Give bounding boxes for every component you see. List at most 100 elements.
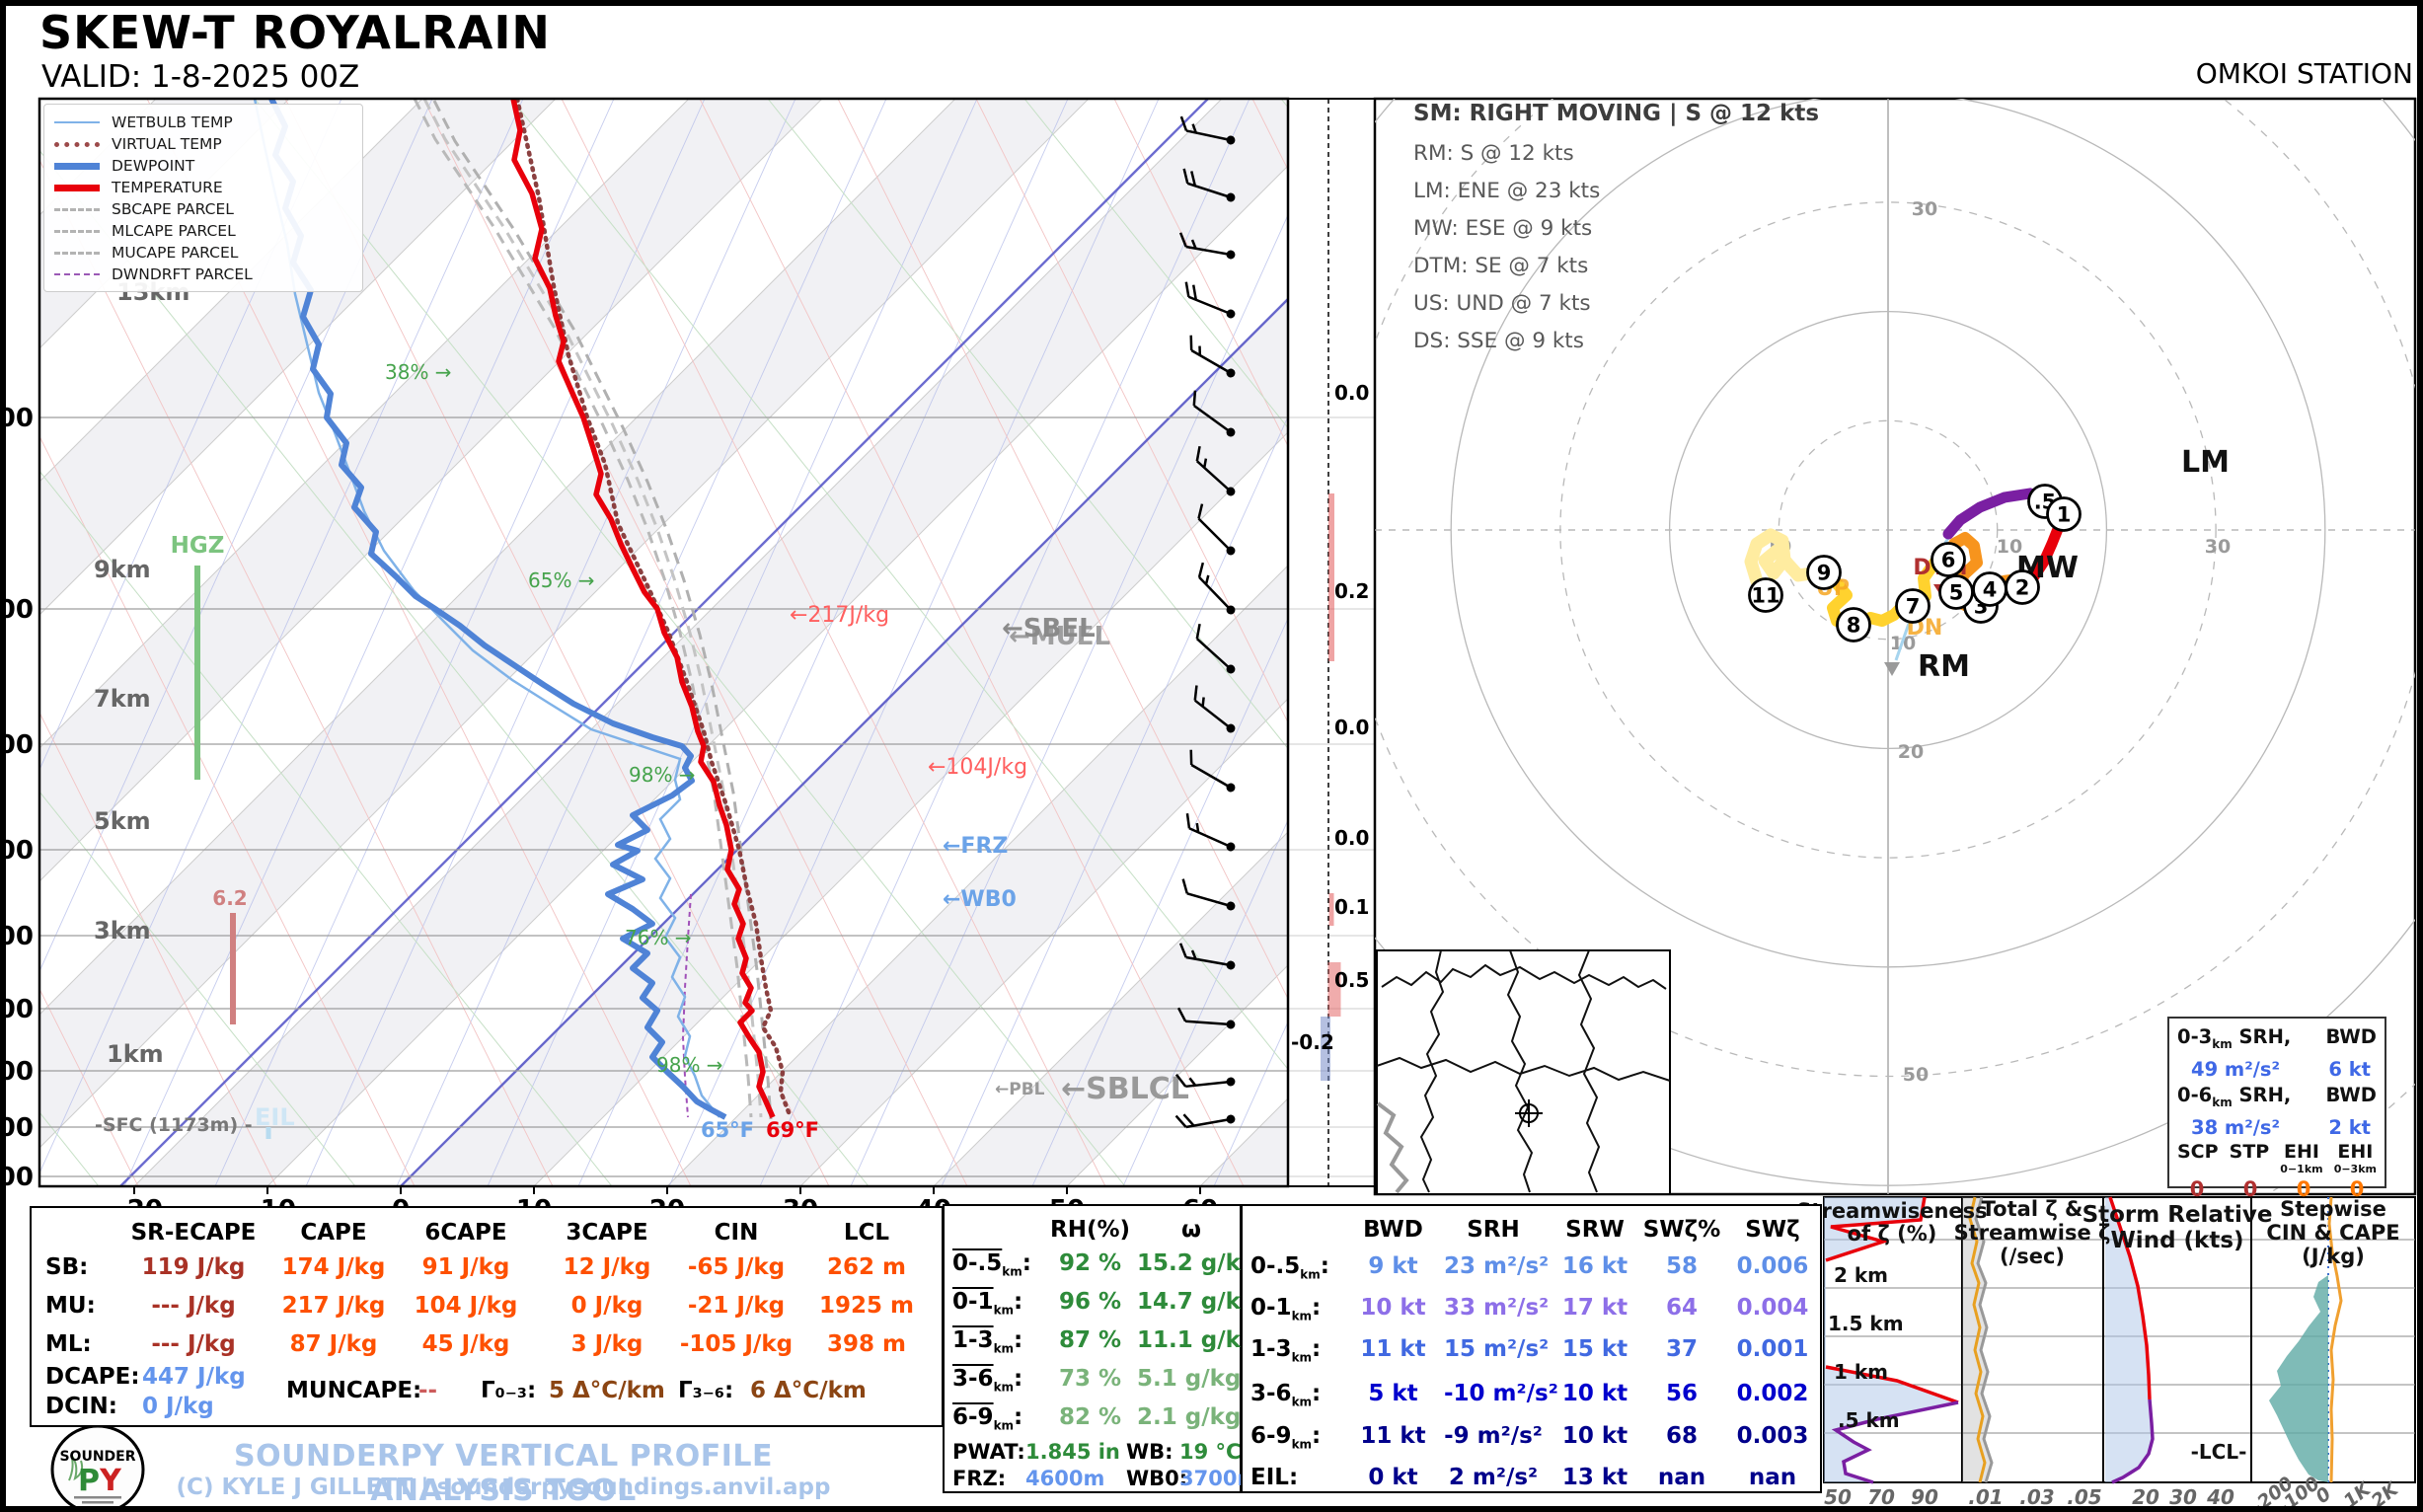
- rh38-label: 38% →: [385, 360, 452, 384]
- omega-value: -0.2: [1291, 1030, 1334, 1054]
- panel-tick-label: 70: [1867, 1485, 1895, 1509]
- decorative: [1226, 901, 1236, 911]
- p2-title-3: (/sec): [2000, 1245, 2065, 1268]
- srh3-values: 49 m²/s² 6 kt: [2191, 1057, 2371, 1081]
- panel-tick-label: 40: [2206, 1485, 2234, 1509]
- pressure-tick-label: 700: [0, 995, 34, 1024]
- hgz-label: HGZ: [171, 533, 225, 559]
- wb-label: WB:: [1126, 1440, 1174, 1464]
- legend-item: WETBULB TEMP: [54, 112, 352, 133]
- rh65-label: 65% →: [528, 568, 595, 592]
- lapse62-label: 6.2: [212, 886, 247, 910]
- decorative: [1184, 281, 1190, 297]
- legend-label: MUCAPE PARCEL: [112, 244, 239, 262]
- lcl-marker-label: -LCL-: [2191, 1440, 2247, 1464]
- decorative: [1226, 783, 1236, 793]
- sbcape-swatch: [54, 207, 100, 211]
- lapse03-label: Γ₀₋₃:: [481, 1378, 537, 1403]
- mlcape-swatch: [54, 229, 100, 233]
- shear-table: BWD SRH SRW SWζ% SWζ 0-.5km: 9 kt 23 m²/…: [1241, 1204, 1822, 1493]
- legend-item: VIRTUAL TEMP: [54, 133, 352, 155]
- sounderpy-figure: SKEW-T ROYALRAIN VALID: 1-8-2025 00Z OMK…: [0, 0, 2423, 1512]
- height-label: 9km: [94, 556, 151, 583]
- height-marker-value: 4: [1983, 578, 1998, 602]
- footer-credit: (C) KYLE J GILLETT | sounderpysoundings.…: [176, 1474, 831, 1500]
- legend-label: TEMPERATURE: [112, 179, 223, 196]
- srh6-values: 38 m²/s² 2 kt: [2191, 1115, 2371, 1139]
- height-marker-value: 9: [1817, 562, 1832, 585]
- legend-item: SBCAPE PARCEL: [54, 198, 352, 220]
- panel-tick-label: .05: [2067, 1485, 2101, 1509]
- decorative: [1185, 812, 1191, 829]
- lapse03-value: 5 Δ°C/km: [549, 1378, 665, 1403]
- dewpoint-swatch: [54, 162, 100, 170]
- decorative: [1197, 517, 1232, 552]
- pressure-tick-label: 500: [0, 836, 34, 866]
- stp-value: 0: [2242, 1176, 2258, 1201]
- logo-text-y: Y: [99, 1464, 122, 1498]
- lm-label: LM: [2181, 445, 2230, 480]
- storm-motion-block: SM: RIGHT MOVING | S @ 12 kts RM: S @ 12…: [1413, 101, 1819, 360]
- sfc-wetbulb-f: 65°F: [701, 1118, 754, 1142]
- rm-label: RM: [1918, 649, 1970, 684]
- p3-title-2: Wind (kts): [2110, 1228, 2243, 1253]
- omega-value: 0.1: [1334, 895, 1369, 919]
- legend-item: TEMPERATURE: [54, 177, 352, 198]
- sm-mw: MW: ESE @ 9 kts: [1413, 216, 1593, 241]
- wind-barb: [1184, 281, 1236, 319]
- decorative: [1226, 135, 1236, 145]
- height-marker-value: 1: [2057, 503, 2072, 527]
- legend-item: MLCAPE PARCEL: [54, 220, 352, 242]
- panel-tick-label: .01: [1968, 1485, 2003, 1509]
- composite-headers: SCP STP EHI 0−1km EHI 0−3km: [2177, 1140, 2377, 1175]
- composite-values: 0 0 0 0: [2177, 1177, 2377, 1201]
- row-label: 3-6km:: [952, 1366, 1023, 1395]
- decorative: [1189, 335, 1193, 351]
- ring-label: 50: [1903, 1064, 1929, 1086]
- panel-tick-label: .03: [2019, 1485, 2054, 1509]
- legend-label: VIRTUAL TEMP: [112, 135, 222, 153]
- skewt-legend: WETBULB TEMP VIRTUAL TEMP DEWPOINT TEMPE…: [43, 104, 363, 292]
- decorative: [1226, 1020, 1236, 1029]
- decorative: [1197, 562, 1205, 578]
- panel-tick-label: 30: [2169, 1485, 2197, 1509]
- dwndrft-swatch: [54, 273, 100, 275]
- frz-label: ←FRZ: [943, 834, 1008, 859]
- col-header: SR-ECAPE: [130, 1220, 257, 1246]
- height-label: 5km: [94, 807, 151, 835]
- wind-barb: [1185, 812, 1236, 852]
- srh3-header: 0-3km SRH, BWD: [2177, 1025, 2377, 1051]
- dcin-label: DCIN:: [45, 1394, 117, 1419]
- height-marker-value: 2: [2015, 576, 2030, 600]
- sm-us: US: UND @ 7 kts: [1413, 291, 1591, 316]
- legend-label: MLCAPE PARCEL: [112, 222, 236, 240]
- legend-label: WETBULB TEMP: [112, 113, 233, 131]
- pressure-tick-label: 200: [0, 404, 34, 433]
- logo-text-top: SOUNDER: [59, 1449, 135, 1465]
- height-marker-value: 5: [1949, 581, 1964, 605]
- sm-lm: LM: ENE @ 23 kts: [1413, 179, 1601, 203]
- sblcl-label: ←SBLCL: [1061, 1072, 1189, 1106]
- muel-label: ←MUEL: [1009, 622, 1110, 651]
- height-label: 3km: [94, 917, 151, 945]
- height-marker-value: 7: [1906, 595, 1921, 619]
- omega-value: 0.0: [1334, 716, 1369, 739]
- temperature-swatch: [54, 184, 100, 191]
- sm-dtm: DTM: SE @ 7 kts: [1413, 254, 1589, 278]
- decorative: [1226, 192, 1236, 202]
- srh-bwd-infobox: 0-3km SRH, BWD 49 m²/s² 6 kt 0-6km SRH, BWD…: [2167, 1017, 2386, 1201]
- decorative: [1226, 1077, 1236, 1087]
- panel-km-label: .5 km: [1838, 1408, 1900, 1432]
- row-label: 0-1km:: [952, 1289, 1023, 1318]
- panel-tick-label: 50: [1824, 1485, 1852, 1509]
- panel-tick-label: 90: [1911, 1485, 1938, 1509]
- wetbulb-line-swatch: [54, 121, 100, 123]
- legend-item: DEWPOINT: [54, 155, 352, 177]
- row-label: SB:: [45, 1254, 89, 1280]
- ring-label: 30: [1912, 198, 1937, 220]
- decorative: [1226, 1114, 1236, 1124]
- pressure-tick-label: 300: [0, 595, 34, 625]
- pwat-value: 1.845 in: [1025, 1440, 1120, 1464]
- wb0-label: ←WB0: [943, 887, 1017, 912]
- eil-label: EIL: [255, 1103, 295, 1131]
